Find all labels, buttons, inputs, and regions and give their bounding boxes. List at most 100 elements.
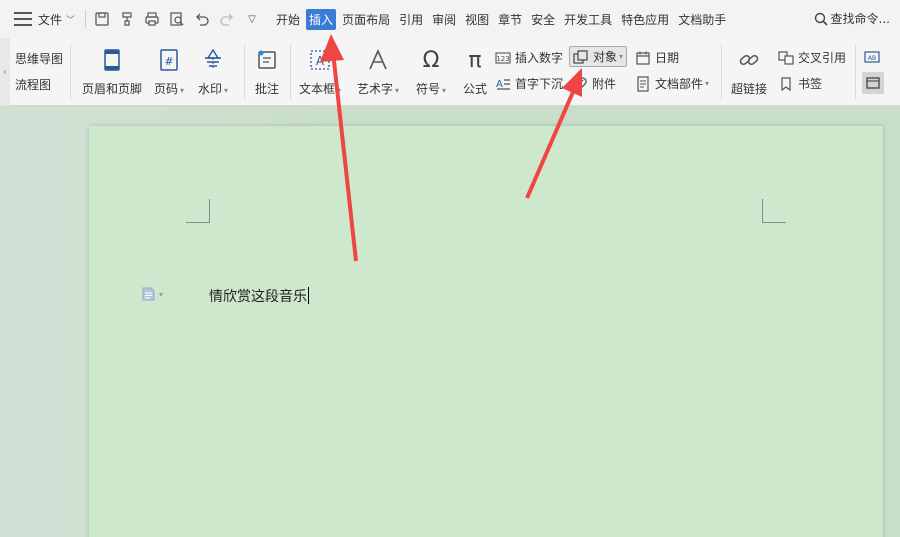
tab-doc-assistant[interactable]: 文档助手 <box>675 9 729 30</box>
customize-dropdown-icon[interactable]: ▽ <box>244 11 260 27</box>
hyperlink-button[interactable]: 超链接 <box>731 46 767 97</box>
divider <box>244 44 245 100</box>
tab-insert[interactable]: 插入 <box>306 8 337 30</box>
wordart-label: 艺术字 <box>357 82 394 96</box>
chevron-down-icon: ▾ <box>224 86 229 95</box>
wordart-button[interactable]: 艺术字 ▾ <box>357 46 399 97</box>
search-label: 查找命令... <box>830 12 890 26</box>
ribbon-tabs: 开始 插入 页面布局 引用 审阅 视图 章节 安全 开发工具 特色应用 文档助手 <box>273 8 732 30</box>
date-button[interactable]: 日期 <box>635 49 679 66</box>
comment-button[interactable]: 批注 <box>253 46 281 97</box>
header-footer-button[interactable]: 页眉和页脚 <box>82 46 142 97</box>
wordart-icon <box>364 46 392 74</box>
tab-view[interactable]: 视图 <box>462 9 492 30</box>
textbox-button[interactable]: A 文本框 ▾ <box>299 46 341 97</box>
document-workspace[interactable]: ▾ 情欣赏这段音乐 <box>0 107 900 537</box>
chevron-down-icon[interactable]: ▾ <box>619 52 623 61</box>
cross-reference-icon <box>778 50 794 66</box>
frame-icon <box>865 75 881 91</box>
document-text[interactable]: 情欣赏这段音乐 <box>209 286 309 306</box>
tab-home[interactable]: 开始 <box>273 9 303 30</box>
tab-section[interactable]: 章节 <box>495 9 525 30</box>
menu-icon[interactable] <box>14 12 32 26</box>
svg-text:A: A <box>316 54 325 68</box>
ribbon-scroll-left[interactable]: ‹ <box>0 38 10 106</box>
symbol-button[interactable]: Ω 符号 ▾ <box>416 46 446 97</box>
page-number-label: 页码 <box>154 82 179 96</box>
document-page[interactable]: ▾ 情欣赏这段音乐 <box>89 126 883 537</box>
field-button[interactable]: AB <box>864 49 884 65</box>
bookmark-button[interactable]: 书签 <box>778 75 822 92</box>
search-icon <box>814 12 828 26</box>
dropcap-icon: A <box>495 76 511 92</box>
hyperlink-label: 超链接 <box>731 82 768 96</box>
tab-references[interactable]: 引用 <box>396 9 426 30</box>
save-icon[interactable] <box>94 11 110 27</box>
watermark-button[interactable]: 水印 ▾ <box>198 46 228 97</box>
chevron-down-icon: ▾ <box>705 79 710 88</box>
link-icon <box>735 46 763 74</box>
pi-icon: π <box>468 47 482 73</box>
tab-page-layout[interactable]: 页面布局 <box>339 9 393 30</box>
divider <box>70 44 71 100</box>
header-footer-label: 页眉和页脚 <box>82 82 143 96</box>
print-icon[interactable] <box>144 11 160 27</box>
menu-bar: 文件 ﹀ ▽ 开始 插入 页面布局 引用 审阅 视图 章节 安全 开发工具 特色… <box>0 0 900 38</box>
doc-parts-button[interactable]: 文档部件 ▾ <box>635 75 709 92</box>
dropcap-button[interactable]: A 首字下沉 <box>495 75 563 92</box>
paperclip-icon <box>572 76 588 92</box>
page-number-icon: # <box>155 46 183 74</box>
tab-review[interactable]: 审阅 <box>429 9 459 30</box>
margin-mark-top-left <box>186 199 210 223</box>
frame-button[interactable] <box>862 72 884 94</box>
format-painter-icon[interactable] <box>119 11 135 27</box>
object-icon <box>573 49 589 65</box>
header-footer-icon <box>98 46 126 74</box>
paragraph-handle[interactable]: ▾ <box>142 287 163 301</box>
divider <box>855 44 856 100</box>
svg-text:#: # <box>164 55 173 68</box>
chevron-down-icon: ▾ <box>395 86 400 95</box>
document-text-content: 情欣赏这段音乐 <box>209 289 307 305</box>
redo-icon[interactable] <box>219 11 235 27</box>
chevron-down-icon: ▾ <box>159 289 164 299</box>
chevron-down-icon: ▾ <box>180 86 185 95</box>
chevron-down-icon: ▾ <box>442 86 447 95</box>
chevron-down-icon[interactable]: ﹀ <box>66 13 75 26</box>
margin-mark-top-right <box>762 199 786 223</box>
textbox-label: 文本框 <box>299 82 336 96</box>
attachment-button[interactable]: 附件 <box>572 75 616 92</box>
symbol-label: 符号 <box>416 82 441 96</box>
insert-number-button[interactable]: 123 插入数字 <box>495 49 563 66</box>
bookmark-label: 书签 <box>798 77 823 91</box>
formula-label: 公式 <box>462 82 487 96</box>
ribbon-panel: ‹ 思维导图 流程图 页眉和页脚 # 页码▾ 水印▾ 批注 A 文本框▾ <box>0 38 900 106</box>
divider <box>85 10 87 28</box>
tab-developer[interactable]: 开发工具 <box>561 9 615 30</box>
tab-security[interactable]: 安全 <box>528 9 558 30</box>
comment-icon <box>253 46 281 74</box>
tab-special-apps[interactable]: 特色应用 <box>618 9 672 30</box>
text-cursor <box>308 287 309 304</box>
file-menu[interactable]: 文件 <box>38 11 62 28</box>
flowchart-button[interactable]: 流程图 <box>15 76 51 93</box>
field-icon: AB <box>864 49 880 65</box>
object-button[interactable]: 对象 ▾ <box>569 46 628 67</box>
attachment-label: 附件 <box>592 77 617 91</box>
mindmap-button[interactable]: 思维导图 <box>15 50 63 67</box>
svg-text:123: 123 <box>496 55 509 63</box>
formula-button[interactable]: π 公式 <box>461 46 489 97</box>
object-label: 对象 <box>593 50 618 64</box>
comment-label: 批注 <box>254 82 279 96</box>
insert-number-label: 插入数字 <box>515 51 564 65</box>
undo-icon[interactable] <box>194 11 210 27</box>
textbox-icon: A <box>306 46 334 74</box>
omega-icon: Ω <box>422 47 440 73</box>
cross-reference-button[interactable]: 交叉引用 <box>778 49 846 66</box>
command-search[interactable]: 查找命令... <box>814 10 890 27</box>
chevron-down-icon: ▾ <box>337 86 342 95</box>
page-number-button[interactable]: # 页码 ▾ <box>154 46 184 97</box>
dropcap-label: 首字下沉 <box>515 77 564 91</box>
calendar-icon <box>635 50 651 66</box>
print-preview-icon[interactable] <box>169 11 185 27</box>
